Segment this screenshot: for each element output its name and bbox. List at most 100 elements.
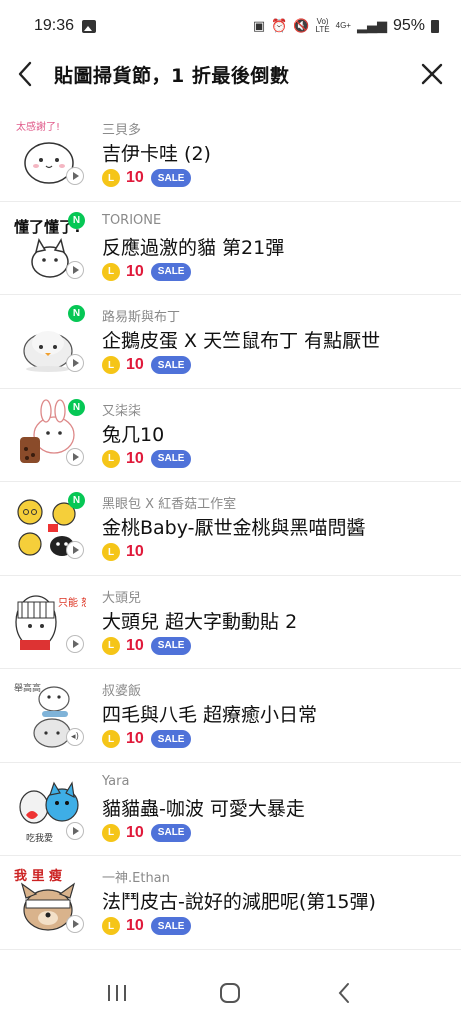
coin-icon: L <box>102 449 120 468</box>
sale-badge: SALE <box>150 169 192 187</box>
recent-apps-icon <box>107 985 126 1001</box>
sticker-title: 吉伊卡哇 (2) <box>102 143 211 165</box>
coin-icon: L <box>102 262 120 281</box>
sticker-title: 四毛與八毛 超療癒小日常 <box>102 704 318 726</box>
author-name: 三貝多 <box>102 123 142 138</box>
price-row: L 10 SALE <box>102 169 192 187</box>
coin-icon: L <box>102 917 120 935</box>
sticker-title: 企鵝皮蛋 X 天竺鼠布丁 有點厭世 <box>102 330 381 352</box>
price-row: L 10 SALE <box>102 262 192 281</box>
header: 貼圖掃貨節，1 折最後倒數 <box>0 52 461 96</box>
system-back-button[interactable] <box>324 973 364 1013</box>
signal-icon: ▂▄▆ <box>356 18 387 34</box>
sticker-title: 大頭兒 超大字動動貼 2 <box>102 610 298 633</box>
page-title: 貼圖掃貨節，1 折最後倒數 <box>54 64 290 87</box>
new-badge: N <box>68 305 85 322</box>
author-name: 路易斯與布丁 <box>102 310 181 325</box>
price: 10 <box>126 636 144 654</box>
price: 10 <box>126 449 144 467</box>
close-icon <box>421 63 443 85</box>
new-badge: N <box>68 492 85 509</box>
author-name: 一神.Ethan <box>102 871 170 886</box>
play-icon[interactable] <box>66 634 84 653</box>
price-row: L 10 SALE <box>102 917 192 935</box>
price: 10 <box>126 917 144 934</box>
close-button[interactable] <box>409 52 455 96</box>
list-item[interactable]: 懂了懂了! N TORIONE 反應過激的貓 第21彈 L 10 SALE <box>0 202 461 295</box>
coin-icon: L <box>102 543 120 561</box>
sale-badge: SALE <box>150 636 192 655</box>
gallery-notification-icon <box>82 19 97 33</box>
play-icon[interactable] <box>66 541 84 559</box>
back-arrow-icon <box>338 983 350 1003</box>
list-item[interactable]: N 黑眼包 X 紅香菇工作室 金桃Baby-厭世金桃與黑喵問醬 L 10 <box>0 482 461 576</box>
navigation-bar <box>0 962 461 1024</box>
thumb-caption: 只能 怒吃 <box>58 596 86 609</box>
coin-icon: L <box>102 730 120 748</box>
chevron-left-icon <box>18 61 32 87</box>
thumb-caption: 太感謝了! <box>16 120 60 133</box>
price: 10 <box>126 356 144 373</box>
sticker-title: 法鬥皮古-說好的減肥呢(第15彈) <box>102 891 376 913</box>
price-row: L 10 SALE <box>102 823 192 842</box>
list-item[interactable]: 太感謝了! 三貝多 吉伊卡哇 (2) L 10 SALE <box>0 108 461 202</box>
sale-badge: SALE <box>150 823 192 842</box>
price-row: L 10 SALE <box>102 449 192 468</box>
volte-indicator: Vo) LTE <box>316 18 330 34</box>
author-name: 叔婆飯 <box>102 684 142 699</box>
status-time: 19:36 <box>34 17 75 34</box>
volte-bottom: LTE <box>315 25 330 34</box>
status-bar: 19:36 ▣ ⏰ 🔇 Vo) LTE 4G+ ▂▄▆ 95% <box>0 0 461 52</box>
sticker-list: 太感謝了! 三貝多 吉伊卡哇 (2) L 10 SALE 懂了懂了! N TOR… <box>0 108 461 950</box>
sale-badge: SALE <box>150 730 192 748</box>
list-item[interactable]: 我 里 瘦 一神.Ethan 法鬥皮古-說好的減肥呢(第15彈) L 10 SA… <box>0 856 461 950</box>
list-item[interactable]: N 又柒柒 兔几10 L 10 SALE <box>0 389 461 482</box>
network-type: 4G+ <box>335 21 351 30</box>
sound-icon[interactable]: ◂) <box>66 728 84 746</box>
list-item[interactable]: 吃我愛 Yara 貓貓蟲-咖波 可愛大暴走 L 10 SALE <box>0 763 461 856</box>
play-icon[interactable] <box>66 260 84 279</box>
list-item[interactable]: 舉高高 ◂) 叔婆飯 四毛與八毛 超療癒小日常 L 10 SALE <box>0 669 461 763</box>
back-button[interactable] <box>2 52 48 96</box>
coin-icon: L <box>102 823 120 842</box>
price: 10 <box>126 543 144 560</box>
sticker-title: 兔几10 <box>102 423 165 446</box>
price: 10 <box>126 169 144 186</box>
sticker-title: 貓貓蟲-咖波 可愛大暴走 <box>102 797 305 820</box>
new-badge: N <box>68 211 85 229</box>
price: 10 <box>126 823 144 841</box>
coin-icon: L <box>102 169 120 187</box>
battery-percent: 95% <box>392 17 425 34</box>
author-name: 大頭兒 <box>102 590 142 606</box>
sticker-title: 反應過激的貓 第21彈 <box>102 236 285 259</box>
thumb-caption: 吃我愛 <box>26 832 53 844</box>
sale-badge: SALE <box>150 262 192 281</box>
price-row: L 10 <box>102 543 144 561</box>
battery-icon <box>431 19 439 33</box>
sim-icon: ▣ <box>252 18 266 34</box>
home-button[interactable] <box>210 973 250 1013</box>
sale-badge: SALE <box>150 917 192 935</box>
thumb-caption: 我 里 瘦 <box>14 868 62 884</box>
author-name: 黑眼包 X 紅香菇工作室 <box>102 497 237 512</box>
sale-badge: SALE <box>150 356 192 374</box>
author-name: 又柒柒 <box>102 403 142 419</box>
sticker-title: 金桃Baby-厭世金桃與黑喵問醬 <box>102 517 366 539</box>
price: 10 <box>126 730 144 747</box>
list-item[interactable]: N 路易斯與布丁 企鵝皮蛋 X 天竺鼠布丁 有點厭世 L 10 SALE <box>0 295 461 389</box>
home-icon <box>220 983 241 1003</box>
coin-icon: L <box>102 356 120 374</box>
sale-badge: SALE <box>150 449 192 468</box>
list-item[interactable]: 只能 怒吃 大頭兒 大頭兒 超大字動動貼 2 L 10 SALE <box>0 576 461 669</box>
play-icon[interactable] <box>66 354 84 372</box>
thumb-caption: 舉高高 <box>14 682 41 694</box>
play-icon[interactable] <box>66 167 84 185</box>
recent-apps-button[interactable] <box>97 973 137 1013</box>
author-name: TORIONE <box>102 212 162 228</box>
play-icon[interactable] <box>66 447 84 466</box>
play-icon[interactable] <box>66 821 84 840</box>
play-icon[interactable] <box>66 915 84 933</box>
new-badge: N <box>68 398 85 416</box>
price: 10 <box>126 262 144 280</box>
author-name: Yara <box>102 773 130 789</box>
